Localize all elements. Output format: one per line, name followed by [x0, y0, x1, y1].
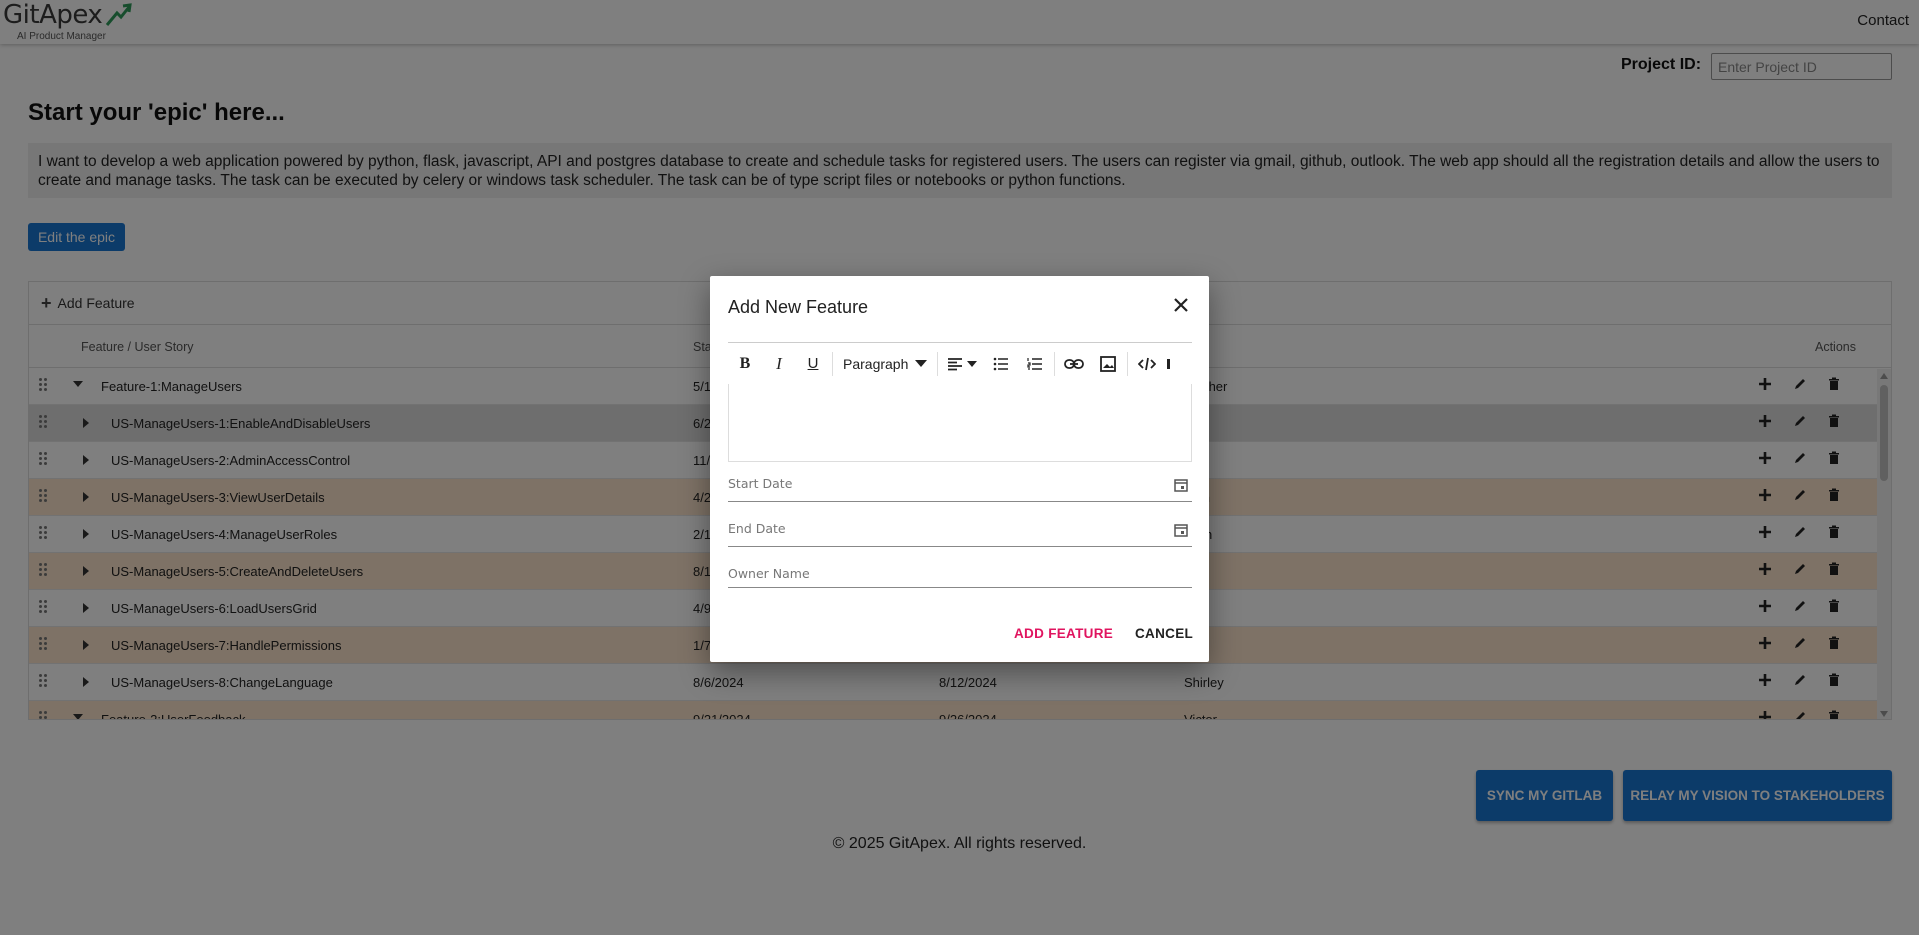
- add-feature-submit-button[interactable]: ADD FEATURE: [1014, 626, 1113, 641]
- toolbar-divider: [1127, 351, 1129, 376]
- owner-name-field[interactable]: [728, 558, 1192, 588]
- close-icon[interactable]: [1172, 296, 1190, 314]
- more-toolbar-icon[interactable]: [1164, 349, 1174, 379]
- bulleted-list-icon: [994, 357, 1009, 370]
- owner-name-input[interactable]: [728, 558, 1148, 588]
- toolbar-divider: [832, 351, 833, 376]
- end-date-field[interactable]: [728, 513, 1192, 547]
- code-icon: [1138, 357, 1157, 370]
- numbered-list-button[interactable]: [1018, 349, 1052, 379]
- image-button[interactable]: [1091, 349, 1125, 379]
- block-format-label: Paragraph: [843, 355, 909, 372]
- align-dropdown[interactable]: [940, 349, 984, 379]
- align-left-icon: [948, 357, 963, 370]
- link-button[interactable]: [1057, 349, 1091, 379]
- underline-button[interactable]: U: [796, 349, 830, 379]
- numbered-list-icon: [1027, 357, 1043, 370]
- end-date-input[interactable]: [728, 513, 1148, 543]
- image-icon: [1100, 355, 1117, 372]
- bold-button[interactable]: B: [728, 349, 762, 379]
- chevron-down-icon: [915, 360, 928, 367]
- add-feature-dialog: Add New Feature B I U Paragraph Start Da…: [710, 276, 1209, 662]
- calendar-icon[interactable]: [1174, 523, 1188, 537]
- toolbar-divider: [937, 351, 939, 376]
- start-date-input[interactable]: [728, 468, 1148, 498]
- bulleted-list-button[interactable]: [984, 349, 1018, 379]
- editor-toolbar: B I U Paragraph: [728, 342, 1192, 384]
- block-format-dropdown[interactable]: Paragraph: [835, 349, 935, 379]
- calendar-icon[interactable]: [1174, 478, 1188, 492]
- start-date-field[interactable]: [728, 468, 1192, 502]
- source-code-button[interactable]: [1130, 349, 1164, 379]
- cancel-button[interactable]: CANCEL: [1135, 626, 1193, 641]
- link-icon: [1064, 358, 1085, 369]
- chevron-down-icon: [967, 360, 978, 367]
- toolbar-divider: [1054, 351, 1056, 376]
- italic-button[interactable]: I: [762, 349, 796, 379]
- dialog-title: Add New Feature: [728, 297, 869, 317]
- description-editor[interactable]: [728, 384, 1192, 462]
